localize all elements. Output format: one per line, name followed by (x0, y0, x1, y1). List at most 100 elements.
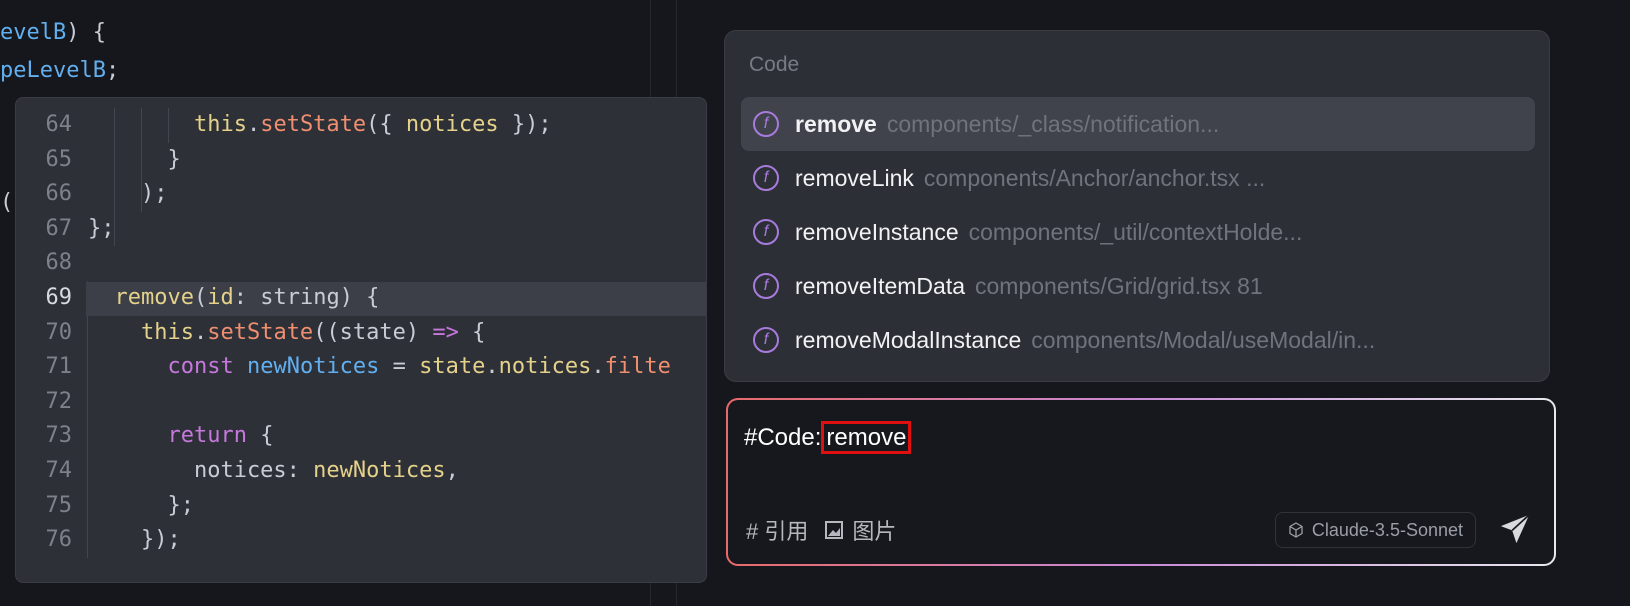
code-token: evelB (0, 20, 67, 45)
code-line: ( (0, 190, 13, 215)
function-icon: f (753, 111, 779, 137)
suggestion-item[interactable]: f removeLink components/Anchor/anchor.tsx … (741, 151, 1535, 205)
image-icon (825, 521, 844, 539)
code-token: const (167, 354, 234, 380)
code-token: return (167, 423, 247, 449)
code-token: }; (88, 492, 194, 518)
suggestion-path: components/Modal/useModal/in... (1031, 326, 1376, 353)
line-number: 73 (45, 423, 73, 449)
suggestion-item[interactable]: f remove components/_class/notification... (741, 97, 1535, 151)
code-token: . (193, 319, 208, 345)
code-token: notices (498, 354, 592, 380)
suggestion-item[interactable]: f removeInstance components/_util/contextH… (741, 205, 1535, 259)
code-line: notices: newNotices, (88, 454, 459, 489)
send-icon[interactable] (1498, 512, 1532, 546)
line-number: 64 (45, 112, 73, 137)
code-token: : string) { (233, 285, 380, 310)
code-token: . (246, 112, 261, 137)
code-token: setState (260, 112, 367, 137)
code-token: }); (498, 112, 552, 137)
suggestion-path: components/Anchor/anchor.tsx ... (923, 164, 1266, 191)
code-token: , (445, 458, 459, 483)
code-token: remove (114, 285, 194, 310)
model-selector[interactable]: Claude-3.5-Sonnet (1274, 512, 1476, 548)
chat-input-box[interactable]: #Code: remove # 引用 图片 Claude-3.5-Sonnet (726, 398, 1556, 566)
code-line: ); (88, 177, 168, 212)
code-token: ({ (366, 112, 406, 137)
code-token: newNotices (246, 354, 380, 380)
line-number: 67 (45, 215, 73, 241)
line-number: 70 (45, 319, 73, 345)
code-token: notices: (88, 458, 314, 483)
reference-button[interactable]: # 引用 (746, 514, 808, 546)
code-line: remove(id: string) { (88, 281, 380, 316)
code-token: this (193, 112, 247, 137)
code-line: }); (88, 523, 181, 558)
suggestion-item[interactable]: f removeModalInstance components/Modal/use… (741, 313, 1535, 367)
code-token: ( (193, 285, 208, 310)
line-number: 74 (45, 458, 73, 483)
line-number: 75 (45, 492, 73, 518)
code-token: { (246, 423, 274, 449)
line-number: 65 (45, 146, 73, 172)
code-token: ( (0, 190, 14, 215)
line-number: 69 (45, 285, 73, 310)
suggestion-name: removeModalInstance (795, 326, 1022, 353)
code-line: }; (88, 489, 194, 524)
image-button[interactable]: 图片 (824, 514, 896, 546)
code-token: setState (207, 319, 314, 345)
code-token: . (591, 354, 605, 380)
code-line: }; (88, 212, 115, 247)
code-line: this.setState((state) => { (88, 316, 485, 351)
code-token: }); (88, 527, 181, 553)
cube-icon (1289, 522, 1303, 538)
code-token: state (419, 354, 486, 380)
suggestion-path: components/Grid/grid.tsx 81 (975, 272, 1263, 299)
code-line: const newNotices = state.notices.filte (88, 350, 671, 385)
suggestion-path: components/_util/contextHolde... (968, 218, 1303, 245)
code-token: this (140, 319, 194, 345)
suggestion-name: removeInstance (795, 218, 959, 245)
code-token: ); (88, 181, 168, 207)
suggestion-item[interactable]: f removeItemData components/Grid/grid.tsx … (741, 259, 1535, 313)
code-suggestion-dropdown: Code f remove components/_class/notificati… (724, 30, 1550, 382)
code-line: peLevelB; (0, 58, 119, 83)
code-token: => (432, 319, 459, 345)
code-token: }; (88, 215, 115, 241)
query-token: remove (821, 421, 912, 454)
code-token: ((state) (313, 319, 433, 345)
line-number: 66 (45, 181, 73, 207)
suggestion-name: removeItemData (795, 272, 966, 299)
code-token: peLevelB (0, 58, 106, 83)
code-token: } (88, 146, 181, 172)
code-token: newNotices (313, 458, 446, 483)
line-number: 71 (45, 354, 73, 380)
code-line: this.setState({ notices }); (88, 108, 552, 143)
suggestion-name: remove (795, 110, 877, 137)
suggestion-path: components/_class/notification... (886, 110, 1220, 137)
code-token: . (485, 354, 499, 380)
code-token: filte (604, 354, 671, 380)
line-number: 76 (45, 527, 73, 553)
suggestion-name: removeLink (795, 164, 914, 191)
code-token: notices (405, 112, 499, 137)
code-token: = (379, 354, 420, 380)
image-label: 图片 (852, 519, 897, 544)
chat-input[interactable]: #Code: remove (744, 421, 912, 454)
code-line: evelB) { (0, 20, 106, 45)
code-peek-panel: 64 this.setState({ notices }); 65 } 66 ); 6… (15, 97, 707, 583)
code-line: return { (88, 419, 273, 454)
code-token: ; (105, 58, 120, 83)
line-number: 68 (45, 250, 73, 276)
code-line: } (88, 143, 181, 178)
function-icon: f (753, 219, 779, 245)
query-prefix: #Code: (744, 424, 822, 451)
code-token: { (458, 319, 486, 345)
function-icon: f (753, 165, 779, 191)
model-name: Claude-3.5-Sonnet (1311, 519, 1463, 540)
